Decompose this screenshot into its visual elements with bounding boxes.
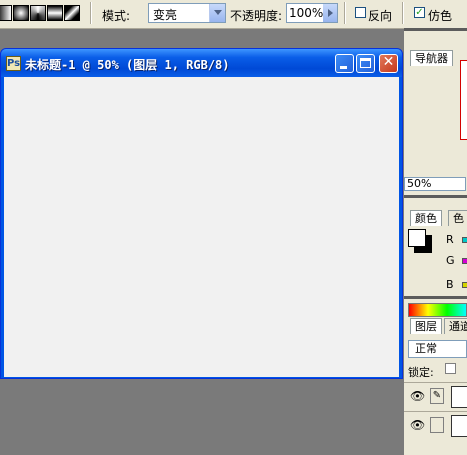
layer-thumbnail xyxy=(451,386,467,408)
mode-select[interactable]: 变亮 xyxy=(148,3,226,23)
options-bar: 模式: 变亮 不透明度: 100% 反向 ✓ 仿色 xyxy=(0,0,467,29)
panel-separator xyxy=(404,296,467,299)
eye-icon[interactable]: 👁 xyxy=(410,418,425,432)
tab-layers[interactable]: 图层 xyxy=(410,318,442,334)
tab-navigator[interactable]: 导航器 xyxy=(410,50,453,66)
close-button[interactable]: ✕ xyxy=(379,54,398,73)
link-icon[interactable] xyxy=(430,417,444,433)
layer-thumbnail xyxy=(451,415,467,437)
diamond-gradient-icon[interactable] xyxy=(64,5,80,21)
dither-checkbox[interactable]: ✓ xyxy=(414,7,425,18)
brush-icon[interactable]: ✎ xyxy=(430,388,444,404)
opacity-input[interactable]: 100% xyxy=(286,3,338,23)
document-window: Ps 未标题-1 @ 50% (图层 1, RGB/8) ✕ xyxy=(0,48,403,379)
tab-color[interactable]: 颜色 xyxy=(410,210,442,226)
lock-transparency-icon[interactable] xyxy=(445,363,456,374)
radial-gradient-icon[interactable] xyxy=(13,5,29,21)
chevron-right-icon[interactable] xyxy=(323,4,337,22)
reverse-checkbox[interactable] xyxy=(355,7,366,18)
angle-gradient-icon[interactable] xyxy=(30,5,46,21)
eye-icon[interactable]: 👁 xyxy=(410,389,425,403)
tab-swatches[interactable]: 色 xyxy=(448,210,467,226)
blend-mode-select[interactable]: 正常 xyxy=(408,340,467,358)
color-ramp[interactable] xyxy=(408,303,467,317)
reverse-label: 反向 xyxy=(368,9,393,23)
close-icon: ✕ xyxy=(382,54,395,70)
chevron-down-icon[interactable] xyxy=(209,4,225,22)
document-title: 未标题-1 @ 50% (图层 1, RGB/8) xyxy=(25,58,230,72)
panel-dock: 导航器 50% 颜色 色 R G B 图层 通道 正常 锁定: 👁 ✎ 👁 xyxy=(404,28,467,455)
panel-separator xyxy=(404,195,467,198)
navigator-preview[interactable] xyxy=(460,60,467,140)
zoom-input[interactable]: 50% xyxy=(404,177,466,191)
channel-g-slider[interactable] xyxy=(462,258,467,264)
photoshop-document-icon: Ps xyxy=(6,56,21,71)
opacity-label: 不透明度: xyxy=(230,9,283,23)
toolbar-separator xyxy=(402,2,404,24)
tab-channels[interactable]: 通道 xyxy=(444,318,467,334)
document-title-bar[interactable]: Ps 未标题-1 @ 50% (图层 1, RGB/8) ✕ xyxy=(1,49,402,77)
lock-label: 锁定: xyxy=(408,366,434,379)
channel-b-slider[interactable] xyxy=(462,282,467,288)
channel-r-slider[interactable] xyxy=(462,237,467,243)
panel-separator xyxy=(404,28,467,31)
mode-value: 变亮 xyxy=(153,8,178,22)
channel-b-label: B xyxy=(446,278,454,291)
linear-gradient-icon[interactable] xyxy=(0,5,12,21)
mode-label: 模式: xyxy=(102,9,131,23)
toolbar-separator xyxy=(344,2,346,24)
document-canvas[interactable] xyxy=(4,77,399,377)
layer-row[interactable]: 👁 xyxy=(404,411,467,440)
channel-g-label: G xyxy=(446,254,455,267)
maximize-button[interactable] xyxy=(356,54,375,73)
reflected-gradient-icon[interactable] xyxy=(47,5,63,21)
maximize-icon xyxy=(360,58,371,68)
foreground-color-swatch[interactable] xyxy=(408,229,426,247)
opacity-value: 100% xyxy=(289,6,324,20)
minimize-icon xyxy=(340,66,347,69)
minimize-button[interactable] xyxy=(335,54,354,73)
channel-r-label: R xyxy=(446,233,454,246)
layer-row[interactable]: 👁 ✎ xyxy=(404,382,467,411)
toolbar-separator xyxy=(90,2,92,24)
dither-label: 仿色 xyxy=(428,9,453,23)
